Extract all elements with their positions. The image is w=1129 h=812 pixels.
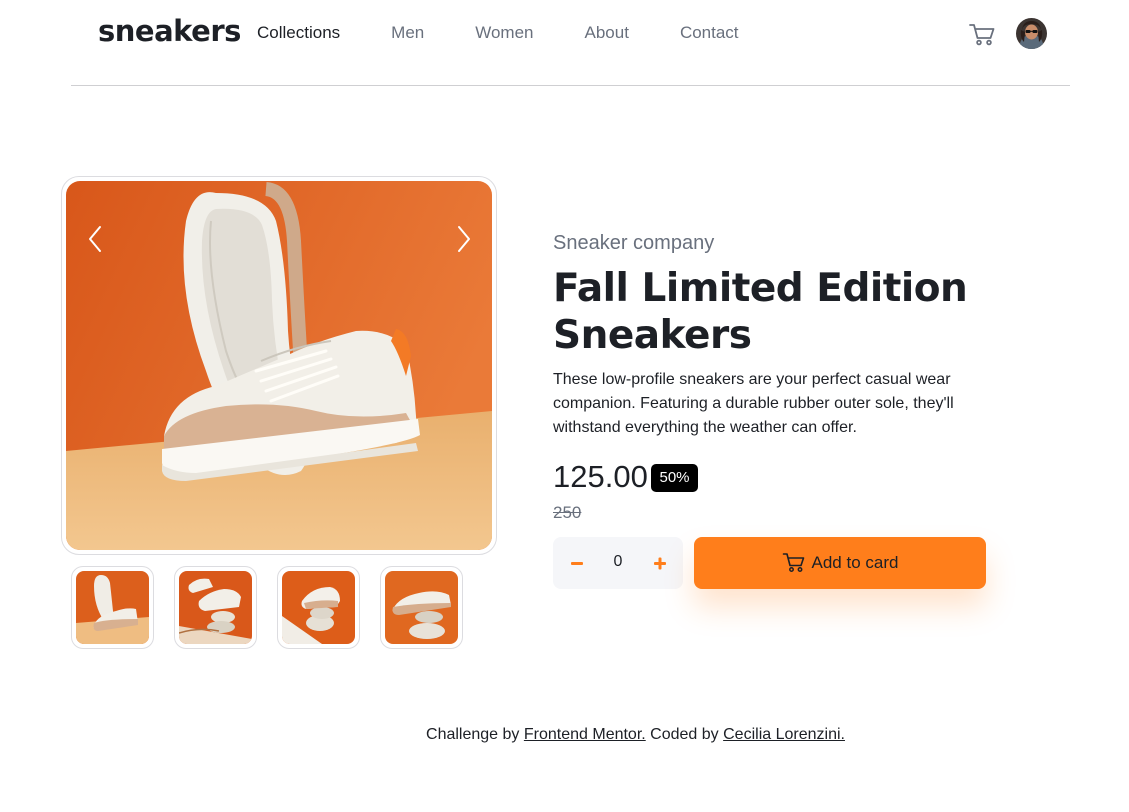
minus-icon[interactable]	[566, 551, 588, 575]
thumbnail-2[interactable]	[174, 566, 257, 649]
frontend-mentor-link[interactable]: Frontend Mentor.	[524, 726, 646, 743]
nav-contact[interactable]: Contact	[680, 23, 739, 43]
header-divider	[71, 85, 1070, 86]
product-title: Fall Limited Edition Sneakers	[553, 266, 968, 358]
add-to-cart-button[interactable]: Add to card	[694, 537, 986, 589]
quantity-stepper: 0	[553, 537, 683, 589]
current-price: 125.00	[553, 459, 648, 494]
avatar[interactable]	[1016, 18, 1047, 49]
attribution-middle: Coded by	[650, 726, 719, 743]
logo[interactable]: sneakers	[98, 14, 241, 48]
main-image-frame	[61, 176, 497, 555]
quantity-value[interactable]: 0	[597, 553, 639, 571]
nav-about[interactable]: About	[585, 23, 629, 43]
attribution-footer: Challenge by Frontend Mentor. Coded by C…	[0, 726, 1129, 744]
site-header: sneakers Collections Men Women About Con…	[0, 0, 1129, 86]
product-page: sneakers Collections Men Women About Con…	[0, 0, 1129, 812]
attribution-prefix: Challenge by	[426, 726, 520, 743]
nav-women[interactable]: Women	[475, 23, 533, 43]
next-image-icon[interactable]	[453, 224, 473, 254]
previous-image-icon[interactable]	[86, 224, 106, 254]
add-to-cart-label: Add to card	[811, 553, 899, 572]
nav-collections[interactable]: Collections	[257, 23, 340, 43]
discount-badge: 50%	[651, 464, 698, 492]
thumbnail-3[interactable]	[277, 566, 360, 649]
main-nav: Collections Men Women About Contact	[257, 23, 790, 43]
original-price: 250	[553, 503, 582, 522]
author-link[interactable]: Cecilia Lorenzini.	[723, 726, 845, 743]
company-name: Sneaker company	[553, 232, 715, 254]
nav-men[interactable]: Men	[391, 23, 424, 43]
main-product-image	[66, 181, 492, 550]
cart-icon	[782, 551, 806, 576]
cart-icon[interactable]	[968, 21, 996, 47]
thumbnail-1[interactable]	[71, 566, 154, 649]
plus-icon[interactable]	[649, 551, 671, 575]
thumbnail-4[interactable]	[380, 566, 463, 649]
product-description: These low-profile sneakers are your perf…	[553, 371, 954, 436]
